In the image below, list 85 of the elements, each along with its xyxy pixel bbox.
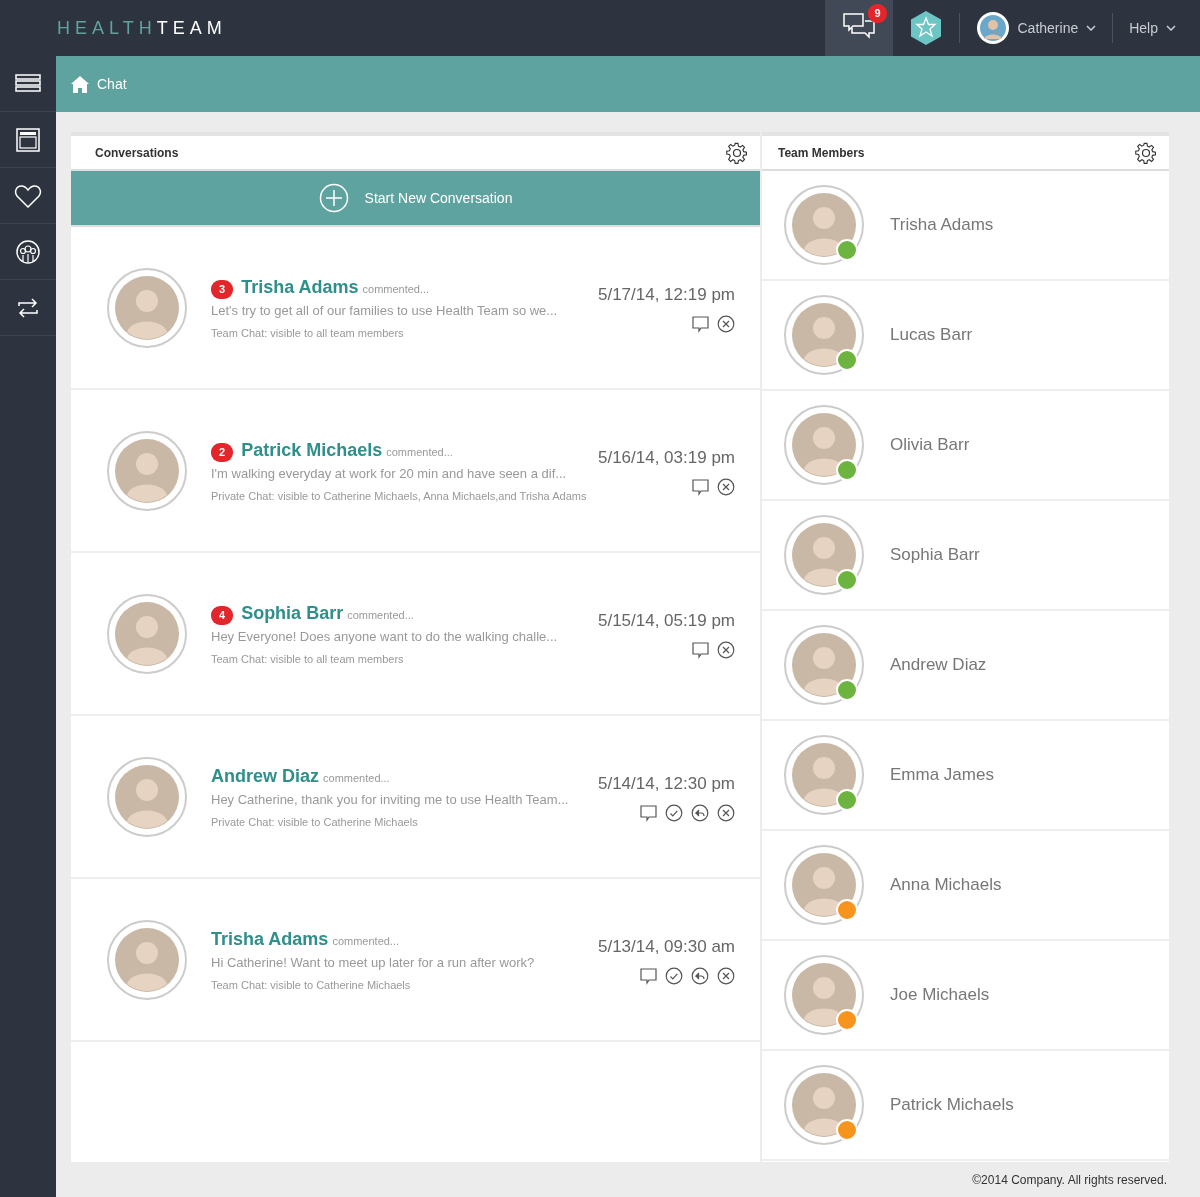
star-icon[interactable] <box>908 10 943 46</box>
member-name[interactable]: Andrew Diaz <box>890 652 987 678</box>
member-name[interactable]: Trisha Adams <box>890 212 994 238</box>
timestamp: 5/16/14, 03:19 pm <box>597 446 735 469</box>
avatar-photo-placeholder <box>115 927 179 992</box>
panel-title: Team Members <box>778 144 865 162</box>
member-name[interactable]: Joe Michaels <box>890 982 990 1008</box>
message-preview: Hey Catherine, thank you for inviting me to use Health Team... <box>211 791 570 809</box>
timestamp: 5/14/14, 12:30 pm <box>597 772 735 795</box>
help-menu[interactable]: Help <box>1129 17 1158 39</box>
contact-name[interactable]: Trisha Adams <box>211 926 329 953</box>
logo: HEALTH TEAM <box>57 16 227 40</box>
comment-icon[interactable] <box>692 315 709 334</box>
member-name[interactable]: Lucas Barr <box>890 322 973 348</box>
visibility-note: Team Chat: visible to all team members <box>211 651 405 667</box>
group-icon[interactable] <box>14 239 42 264</box>
settings-icon[interactable] <box>1135 141 1157 164</box>
member-name[interactable]: Sophia Barr <box>890 542 980 568</box>
avatar-photo-placeholder <box>792 743 856 807</box>
member-name[interactable]: Olivia Barr <box>890 432 970 458</box>
avatar-photo-placeholder <box>115 601 179 666</box>
message-preview: Hi Catherine! Want to meet up later for a run after work? <box>211 954 536 972</box>
close-icon[interactable] <box>717 804 735 823</box>
breadcrumb-label: Chat <box>97 74 127 94</box>
close-icon[interactable] <box>717 478 735 497</box>
plus-icon <box>318 183 349 213</box>
avatar-photo-placeholder <box>115 275 179 340</box>
reply-icon[interactable] <box>691 804 709 823</box>
notification-count: 9 <box>868 4 887 23</box>
close-icon[interactable] <box>717 967 735 986</box>
comment-status: commented... <box>362 282 430 297</box>
caret-icon[interactable] <box>1086 25 1097 31</box>
start-conversation-button[interactable]: Start New Conversation <box>71 171 760 227</box>
user-menu[interactable]: Catherine <box>1017 17 1079 39</box>
visibility-note: Team Chat: visible to Catherine Michaels <box>211 977 412 993</box>
avatar-photo-placeholder <box>792 413 856 477</box>
contact-name[interactable]: Patrick Michaels <box>241 437 383 464</box>
contact-name[interactable]: Trisha Adams <box>241 274 359 301</box>
visibility-note: Private Chat: visible to Catherine Michaels, Anna Michaels,and Trisha Adams <box>211 488 588 504</box>
contact-name[interactable]: Andrew Diaz <box>211 763 320 790</box>
panel-title: Conversations <box>95 144 179 162</box>
avatar-photo-placeholder <box>792 853 856 917</box>
window-icon[interactable] <box>14 127 42 152</box>
comment-status: commented... <box>323 771 390 786</box>
comment-status: commented... <box>386 445 453 460</box>
unread-count: 4 <box>211 606 234 625</box>
unread-count: 3 <box>211 280 234 299</box>
avatar-photo-placeholder <box>792 523 856 587</box>
check-icon[interactable] <box>665 804 683 823</box>
close-icon[interactable] <box>717 315 735 334</box>
avatar-icon[interactable] <box>975 11 1010 45</box>
contact-name[interactable]: Sophia Barr <box>241 600 344 627</box>
timestamp: 5/15/14, 05:19 pm <box>597 609 735 632</box>
member-name[interactable]: Anna Michaels <box>890 872 1002 898</box>
comment-status: commented... <box>332 934 400 949</box>
timestamp: 5/13/14, 09:30 am <box>597 935 735 958</box>
home-icon[interactable] <box>71 75 89 93</box>
member-name[interactable]: Emma James <box>890 762 994 788</box>
settings-icon[interactable] <box>726 141 748 164</box>
avatar-photo-placeholder <box>792 1073 856 1137</box>
message-preview: Let's try to get all of our families to use Health Team so we... <box>211 302 559 320</box>
avatar-photo-placeholder <box>115 764 179 829</box>
comment-icon[interactable] <box>692 641 709 660</box>
visibility-note: Team Chat: visible to all team members <box>211 325 405 341</box>
comment-icon[interactable] <box>640 804 657 823</box>
reply-icon[interactable] <box>691 967 709 986</box>
message-preview: Hey Everyone! Does anyone want to do the walking challe... <box>211 628 559 646</box>
avatar-photo-placeholder <box>792 963 856 1027</box>
copyright-text: ©2014 Company. All rights reserved. <box>972 1171 1167 1189</box>
member-name[interactable]: Patrick Michaels <box>890 1092 1014 1118</box>
unread-count: 2 <box>211 443 234 462</box>
heart-icon[interactable] <box>14 183 42 208</box>
avatar-photo-placeholder <box>792 633 856 697</box>
comment-status: commented... <box>347 608 414 623</box>
avatar-photo-placeholder <box>792 303 856 367</box>
timestamp: 5/17/14, 12:19 pm <box>597 283 735 306</box>
visibility-note: Private Chat: visible to Catherine Michaels <box>211 814 419 830</box>
avatar-photo-placeholder <box>792 193 856 257</box>
comment-icon[interactable] <box>692 478 709 497</box>
avatar-photo-placeholder <box>115 438 179 503</box>
comment-icon[interactable] <box>640 967 657 986</box>
close-icon[interactable] <box>717 641 735 660</box>
check-icon[interactable] <box>665 967 683 986</box>
caret-icon[interactable] <box>1166 25 1176 31</box>
message-preview: I'm walking everyday at work for 20 min and have seen a dif... <box>211 465 568 483</box>
